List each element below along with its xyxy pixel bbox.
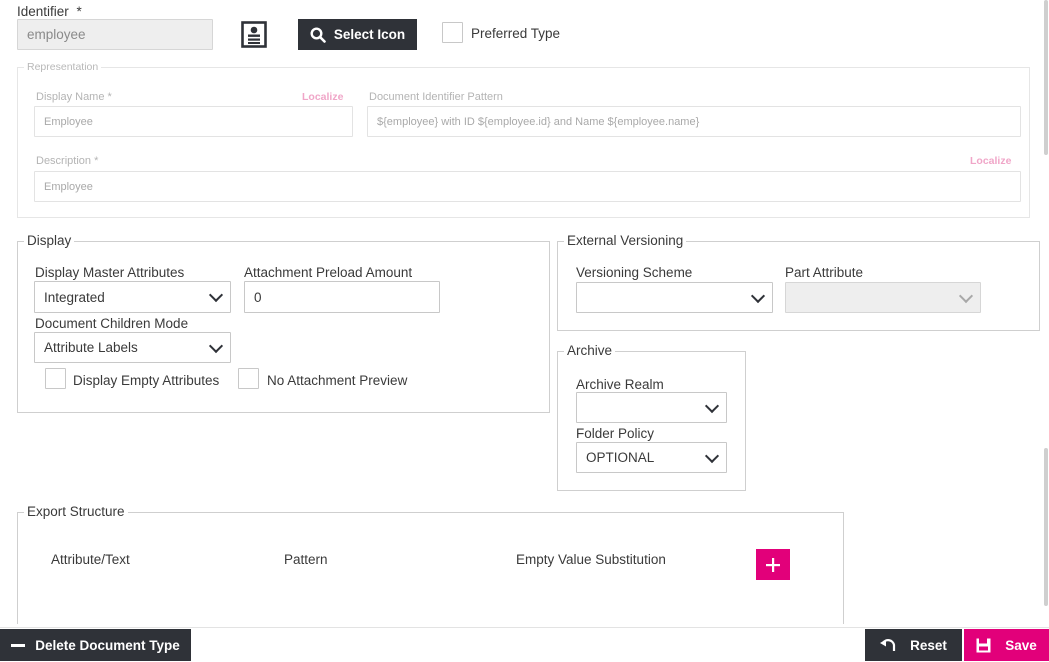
representation-legend: Representation	[24, 61, 102, 73]
column-header-empty-value: Empty Value Substitution	[516, 552, 666, 567]
no-preview-checkbox[interactable]	[238, 368, 259, 389]
master-attributes-label: Display Master Attributes	[35, 265, 185, 280]
floppy-disk-icon	[976, 638, 991, 653]
folder-policy-value: OPTIONAL	[586, 450, 655, 465]
children-mode-select[interactable]: Attribute Labels	[34, 332, 231, 363]
identifier-label: Identifier *	[17, 4, 82, 19]
chevron-down-icon	[704, 448, 720, 463]
display-legend: Display	[24, 233, 75, 248]
master-attributes-select[interactable]: Integrated	[34, 281, 231, 313]
minus-icon	[11, 643, 26, 647]
select-icon-label: Select Icon	[333, 27, 406, 42]
display-name-localize-link[interactable]: Localize	[302, 91, 343, 103]
preload-input[interactable]: 0	[244, 281, 440, 313]
description-input[interactable]: Employee	[34, 171, 1021, 202]
id-card-icon[interactable]	[241, 21, 267, 48]
identifier-input[interactable]: employee	[17, 19, 213, 50]
column-header-pattern: Pattern	[284, 552, 328, 567]
export-structure-legend: Export Structure	[24, 504, 128, 519]
archive-legend: Archive	[564, 343, 616, 358]
versioning-scheme-label: Versioning Scheme	[576, 265, 693, 280]
folder-policy-select[interactable]: OPTIONAL	[576, 442, 727, 473]
part-attribute-label: Part Attribute	[785, 265, 864, 280]
chevron-down-icon	[208, 287, 224, 303]
chevron-down-icon	[704, 398, 720, 413]
chevron-down-icon	[208, 338, 224, 353]
doc-id-pattern-input[interactable]: ${employee} with ID ${employee.id} and N…	[367, 106, 1021, 137]
preferred-type-checkbox[interactable]	[442, 22, 463, 43]
description-label: Description *	[36, 155, 99, 167]
select-icon-button[interactable]: Select Icon	[298, 19, 417, 50]
footer-divider	[0, 627, 1049, 628]
add-row-button[interactable]	[756, 549, 790, 580]
preload-label: Attachment Preload Amount	[244, 265, 413, 280]
chevron-down-icon	[750, 288, 766, 303]
description-localize-link[interactable]: Localize	[970, 155, 1011, 167]
preferred-type-label: Preferred Type	[471, 26, 561, 41]
display-name-value: Employee	[44, 115, 93, 128]
display-name-label: Display Name *	[36, 91, 112, 103]
save-button[interactable]: Save	[964, 629, 1049, 661]
undo-icon	[880, 638, 896, 652]
folder-policy-label: Folder Policy	[576, 426, 655, 441]
no-preview-label: No Attachment Preview	[267, 373, 408, 388]
column-header-attribute-text: Attribute/Text	[51, 552, 130, 567]
part-attribute-select	[785, 282, 981, 313]
scrollbar-thumb-upper[interactable]	[1044, 0, 1048, 155]
delete-document-type-button[interactable]: Delete Document Type	[0, 629, 191, 661]
archive-realm-label: Archive Realm	[576, 377, 664, 392]
doc-id-pattern-value: ${employee} with ID ${employee.id} and N…	[377, 115, 700, 128]
preload-value: 0	[254, 289, 262, 305]
reset-button[interactable]: Reset	[865, 629, 962, 661]
reset-label: Reset	[910, 637, 947, 653]
external-versioning-legend: External Versioning	[564, 233, 687, 248]
scrollbar-thumb-lower[interactable]	[1044, 448, 1048, 606]
search-icon	[310, 26, 326, 43]
master-attributes-value: Integrated	[44, 289, 105, 305]
identifier-label-text: Identifier	[17, 4, 69, 19]
doc-id-pattern-label: Document Identifier Pattern	[369, 91, 503, 103]
children-mode-value: Attribute Labels	[44, 340, 138, 355]
children-mode-label: Document Children Mode	[35, 316, 189, 331]
plus-icon	[766, 557, 780, 572]
required-mark: *	[76, 4, 82, 19]
display-name-input[interactable]: Employee	[34, 106, 353, 137]
save-label: Save	[1005, 637, 1037, 653]
chevron-down-icon	[958, 288, 974, 303]
empty-attributes-label: Display Empty Attributes	[73, 373, 220, 388]
empty-attributes-checkbox[interactable]	[45, 368, 66, 389]
archive-realm-select[interactable]	[576, 392, 727, 423]
description-value: Employee	[44, 180, 93, 193]
delete-label: Delete Document Type	[35, 637, 180, 653]
identifier-value: employee	[27, 27, 86, 42]
versioning-scheme-select[interactable]	[576, 282, 773, 313]
export-structure-section: Export Structure	[17, 504, 844, 624]
